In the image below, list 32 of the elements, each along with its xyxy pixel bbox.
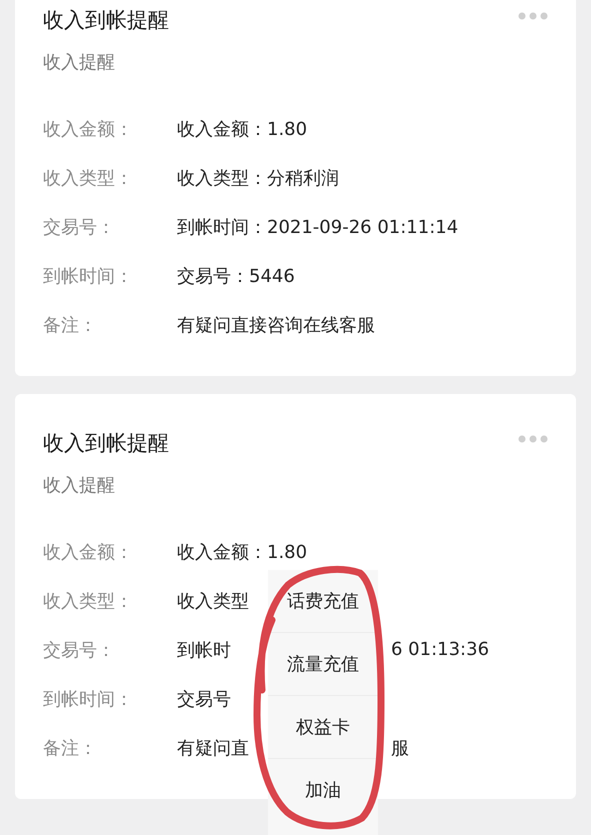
menu-item[interactable]: 权益卡 xyxy=(268,695,378,758)
field-label: 收入类型： xyxy=(43,590,134,612)
field-label: 收入类型： xyxy=(43,166,134,190)
field-label: 备注： xyxy=(43,736,98,760)
field-value: 收入金额：1.80 xyxy=(177,540,308,564)
field-value: 有疑问直接咨询在线客服 xyxy=(177,314,375,336)
field-label: 交易号： xyxy=(43,638,116,662)
field-value: 有疑问直 xyxy=(177,738,249,758)
menu-item[interactable]: 加油 xyxy=(268,758,378,821)
menu-item[interactable]: 话费充值 xyxy=(268,570,378,632)
menu-item[interactable]: 流量充值 xyxy=(268,632,378,695)
field-value: 收入类型：分稍利润 xyxy=(177,166,339,190)
field-value: 服 xyxy=(391,736,409,760)
field-label: 到帐时间： xyxy=(43,264,134,288)
card-title: 收入到帐提醒 xyxy=(43,430,169,457)
field-value: 收入类型 xyxy=(177,590,249,612)
field-value: 6 01:13:36 xyxy=(391,639,490,660)
card-subtitle: 收入提醒 xyxy=(43,474,116,498)
field-value: 到帐时间：2021-09-26 01:11:14 xyxy=(177,216,458,238)
field-label: 交易号： xyxy=(43,216,116,238)
field-label: 收入金额： xyxy=(43,118,134,140)
field-value: 收入金额：1.80 xyxy=(177,118,308,140)
field-value: 到帐时 xyxy=(177,640,231,660)
more-icon[interactable] xyxy=(518,11,548,21)
field-value: 交易号 xyxy=(177,688,231,710)
card-title: 收入到帐提醒 xyxy=(43,7,169,34)
field-value: 交易号：5446 xyxy=(177,264,295,288)
field-label: 到帐时间： xyxy=(43,688,134,710)
card-subtitle: 收入提醒 xyxy=(43,51,116,75)
field-label: 备注： xyxy=(43,314,98,336)
more-icon[interactable] xyxy=(518,434,548,444)
field-label: 收入金额： xyxy=(43,540,134,564)
